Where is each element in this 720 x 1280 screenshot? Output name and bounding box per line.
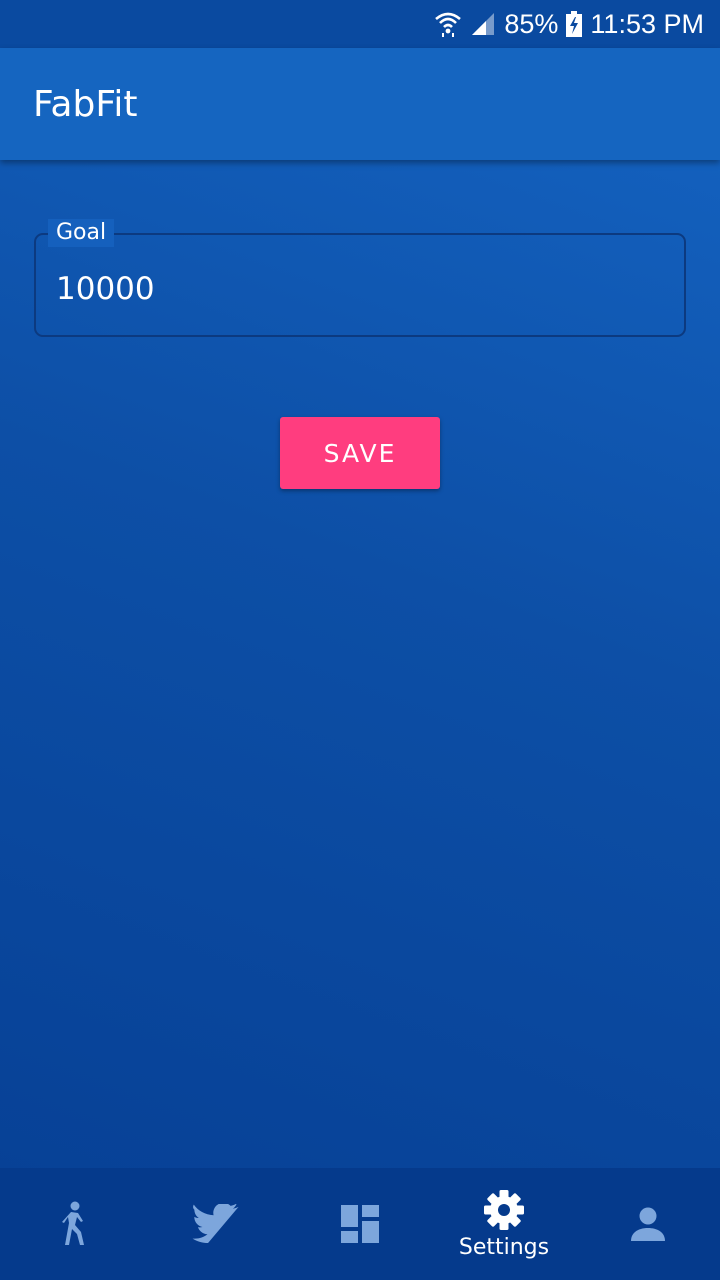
bottom-nav: Settings bbox=[0, 1168, 720, 1280]
wifi-icon bbox=[434, 11, 462, 37]
nav-item-settings[interactable]: Settings bbox=[432, 1168, 576, 1280]
app-title: FabFit bbox=[33, 83, 138, 125]
settings-screen: 85% 11:53 PM FabFit Goal SAVE bbox=[0, 0, 720, 1280]
clock: 11:53 PM bbox=[590, 8, 704, 39]
goal-field: Goal bbox=[34, 219, 686, 337]
nav-label-settings: Settings bbox=[458, 1234, 550, 1260]
nav-item-dashboard[interactable] bbox=[288, 1168, 432, 1280]
settings-icon bbox=[483, 1189, 525, 1231]
battery-charging-icon bbox=[566, 11, 583, 37]
save-button[interactable]: SAVE bbox=[280, 417, 440, 489]
dashboard-icon bbox=[340, 1204, 380, 1244]
app-bar: FabFit bbox=[0, 48, 720, 160]
nav-item-profile[interactable] bbox=[576, 1168, 720, 1280]
nav-item-twitter[interactable] bbox=[144, 1168, 288, 1280]
battery-percent: 85% bbox=[504, 8, 559, 39]
signal-icon bbox=[470, 11, 496, 37]
person-icon bbox=[630, 1206, 666, 1242]
goal-label: Goal bbox=[48, 219, 115, 247]
walk-icon bbox=[54, 1201, 90, 1247]
goal-input[interactable] bbox=[56, 269, 656, 309]
status-bar: 85% 11:53 PM bbox=[0, 0, 720, 48]
twitter-icon bbox=[192, 1204, 240, 1244]
nav-item-steps[interactable] bbox=[0, 1168, 144, 1280]
